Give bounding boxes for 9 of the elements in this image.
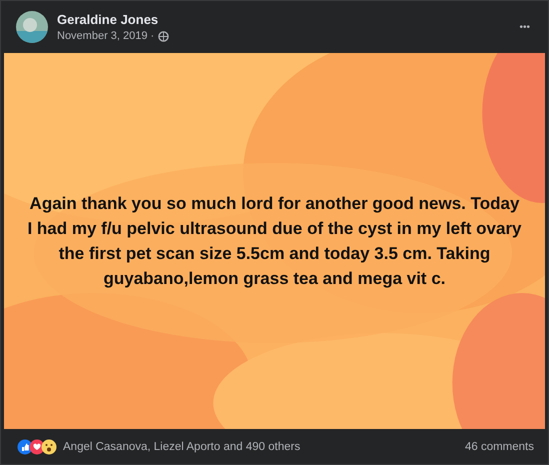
avatar-icon[interactable] [16,11,48,43]
author-name[interactable]: Geraldine Jones [57,12,506,27]
post-date[interactable]: November 3, 2019 · [57,30,154,42]
reaction-icons[interactable] [17,438,59,454]
globe-icon [158,30,170,42]
reactions-summary[interactable]: Angel Casanova, Liezel Aporto and 490 others [63,440,461,452]
post-text: Again thank you so much lord for another good news. Today I had my f/u pelvic ultrasound due of the cyst in my left ovary the first pet scan size 5.5cm and today 3.5 cm. Taking guyabano,lemon grass tea and mega vit c. [26,193,523,290]
more-options-button[interactable]: ••• [515,18,534,36]
comments-link[interactable]: 46 comments [464,440,534,452]
